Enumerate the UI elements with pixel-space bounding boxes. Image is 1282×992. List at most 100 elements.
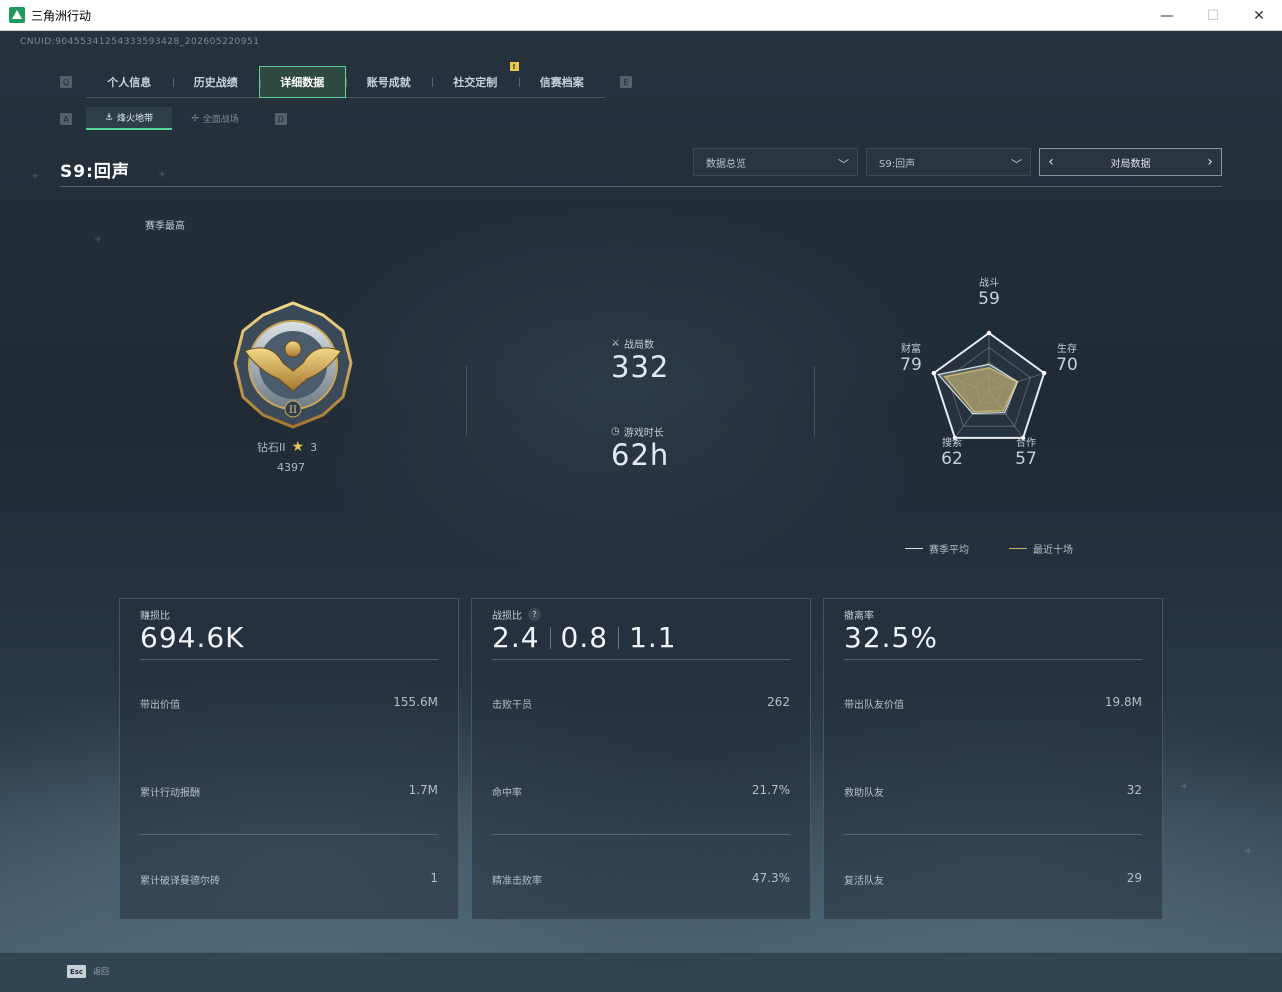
key-hint-a: A: [60, 113, 72, 125]
card-title: 撤离率: [844, 611, 874, 622]
radar-axis-label: 合作: [1016, 438, 1036, 449]
close-button[interactable]: ✕: [1236, 0, 1282, 31]
chevron-down-icon: ﹀: [1011, 158, 1022, 171]
footer-bar: Esc 返回: [0, 952, 1282, 992]
stat-row-label: 累计破译曼德尔砖: [140, 876, 220, 887]
rank-name: 钻石II: [257, 441, 286, 454]
tab-detailed-data[interactable]: 详细数据: [259, 66, 346, 98]
radar-axis-label: 财富: [901, 344, 921, 355]
tab-match-history[interactable]: 历史战绩: [172, 66, 260, 98]
radar-axis-value: 79: [900, 355, 922, 375]
data-pager: ‹ 对局数据 ›: [1039, 148, 1222, 176]
playtime-label-group: ◷ 游戏时长: [611, 424, 664, 439]
profit-loss-card: 赚损比 694.6K 带出价值 155.6M 累计行动报酬 1.7M 累计破译曼…: [119, 598, 459, 920]
stat-row-value: 47.3%: [751, 871, 790, 885]
crossed-swords-icon: ⚔: [611, 338, 620, 349]
radar-vertex: [931, 370, 937, 376]
matches-label-group: ⚔ 战局数: [611, 336, 654, 351]
plus-mark-icon: +: [31, 171, 40, 182]
mode-subtabs: ⚓ 烽火地带 ✢ 全面战场: [86, 107, 258, 130]
main-value: 1.1: [629, 621, 677, 654]
divider: [492, 659, 790, 660]
back-label[interactable]: 返回: [93, 966, 109, 977]
radar-axis-value: 59: [978, 289, 1000, 309]
divider: [814, 366, 815, 436]
stat-row-label: 带出价值: [140, 700, 180, 711]
app-logo-icon: [9, 7, 25, 23]
legend-line-icon: [905, 548, 923, 549]
esc-key-hint[interactable]: Esc: [67, 965, 86, 978]
window-titlebar: 三角洲行动 — ☐ ✕: [0, 0, 1282, 31]
user-uid: CNUID:904553412543335934​28_202605220951: [20, 37, 260, 47]
stat-row-value: 19.8M: [1104, 695, 1142, 709]
stat-row-value: 32: [1126, 783, 1142, 797]
subtab-operations[interactable]: ⚓ 烽火地带: [86, 107, 172, 130]
radar-axis-value: 57: [1015, 449, 1037, 469]
stat-row-value: 29: [1126, 871, 1142, 885]
radar-axis-value: 70: [1056, 355, 1078, 375]
overview-dropdown[interactable]: 数据总览 ﹀: [693, 148, 858, 176]
season-title: S9:回声: [60, 162, 130, 182]
tab-personal-info[interactable]: 个人信息: [86, 66, 173, 98]
matches-label: 战局数: [623, 340, 654, 351]
title-divider: [60, 186, 1222, 187]
diamond-rank-emblem-icon: II: [233, 301, 353, 429]
radar-axis-label: 生存: [1057, 344, 1077, 355]
prev-page-button[interactable]: ‹: [1040, 154, 1062, 170]
rank-info: 钻石II ★ 3: [257, 439, 317, 455]
maximize-button[interactable]: ☐: [1190, 0, 1236, 31]
kd-ratio-card: 战损比 ? 2.4 0.8 1.1 击败干员 262 命中率 21.7% 精准击…: [471, 598, 811, 920]
warfare-icon: ✢: [191, 113, 199, 124]
tab-account-achievements[interactable]: 账号成就: [345, 66, 433, 98]
minimize-button[interactable]: —: [1144, 0, 1190, 31]
tab-label: 详细数据: [280, 76, 325, 89]
plus-mark-icon: +: [94, 234, 103, 245]
card-main-value: 694.6K: [140, 621, 245, 654]
radar-vertex: [986, 330, 992, 336]
divider: [549, 626, 551, 649]
divider: [492, 834, 790, 835]
legend-line-icon: [1009, 548, 1027, 549]
window-controls: — ☐ ✕: [1144, 0, 1282, 31]
divider: [140, 659, 438, 660]
stat-row-value: 1.7M: [408, 783, 438, 797]
legend-recent-ten: 最近十场: [1009, 541, 1073, 556]
tab-social-custom[interactable]: 社交定制!: [432, 62, 519, 98]
plus-mark-icon: +: [1180, 781, 1189, 792]
divider: [466, 366, 467, 436]
stat-row-label: 击败干员: [492, 700, 532, 711]
radar-vertex: [1041, 370, 1047, 376]
tab-label: 账号成就: [366, 76, 411, 89]
stat-row-value: 262: [767, 695, 790, 709]
radar-axis-label: 搜索: [942, 438, 962, 449]
plus-mark-icon: +: [1244, 846, 1253, 857]
stat-row-value: 21.7%: [751, 783, 790, 797]
dropdown-value: 数据总览: [706, 158, 746, 170]
tab-profile-archive[interactable]: 信赛档案: [518, 66, 606, 98]
card-title: 战损比: [492, 611, 522, 622]
dropdown-value: S9:回声: [879, 158, 916, 170]
radar-axis-label: 战斗: [979, 278, 999, 289]
pager-label: 对局数据: [1110, 158, 1151, 170]
key-hint-d: D: [275, 113, 287, 125]
window-title: 三角洲行动: [31, 8, 92, 23]
season-dropdown[interactable]: S9:回声 ﹀: [866, 148, 1031, 176]
next-page-button[interactable]: ›: [1199, 154, 1221, 170]
key-hint-e: E: [620, 76, 632, 88]
subtab-warfare[interactable]: ✢ 全面战场: [172, 107, 258, 130]
legend-label: 赛季平均: [929, 545, 969, 556]
main-value: 0.8: [560, 621, 609, 654]
playtime-value: 62h: [611, 438, 670, 472]
season-best-label: 赛季最高: [145, 221, 185, 232]
clock-icon: ◷: [611, 426, 620, 437]
legend-season-avg: 赛季平均: [905, 541, 969, 556]
matches-value: 332: [611, 350, 670, 384]
divider: [618, 626, 620, 649]
svg-text:II: II: [289, 405, 297, 416]
help-icon[interactable]: ?: [528, 608, 541, 621]
key-hint-q: Q: [60, 76, 72, 88]
legend-label: 最近十场: [1033, 545, 1073, 556]
chevron-down-icon: ﹀: [838, 158, 849, 171]
playtime-label: 游戏时长: [623, 428, 664, 439]
subtab-label: 全面战场: [202, 115, 239, 125]
